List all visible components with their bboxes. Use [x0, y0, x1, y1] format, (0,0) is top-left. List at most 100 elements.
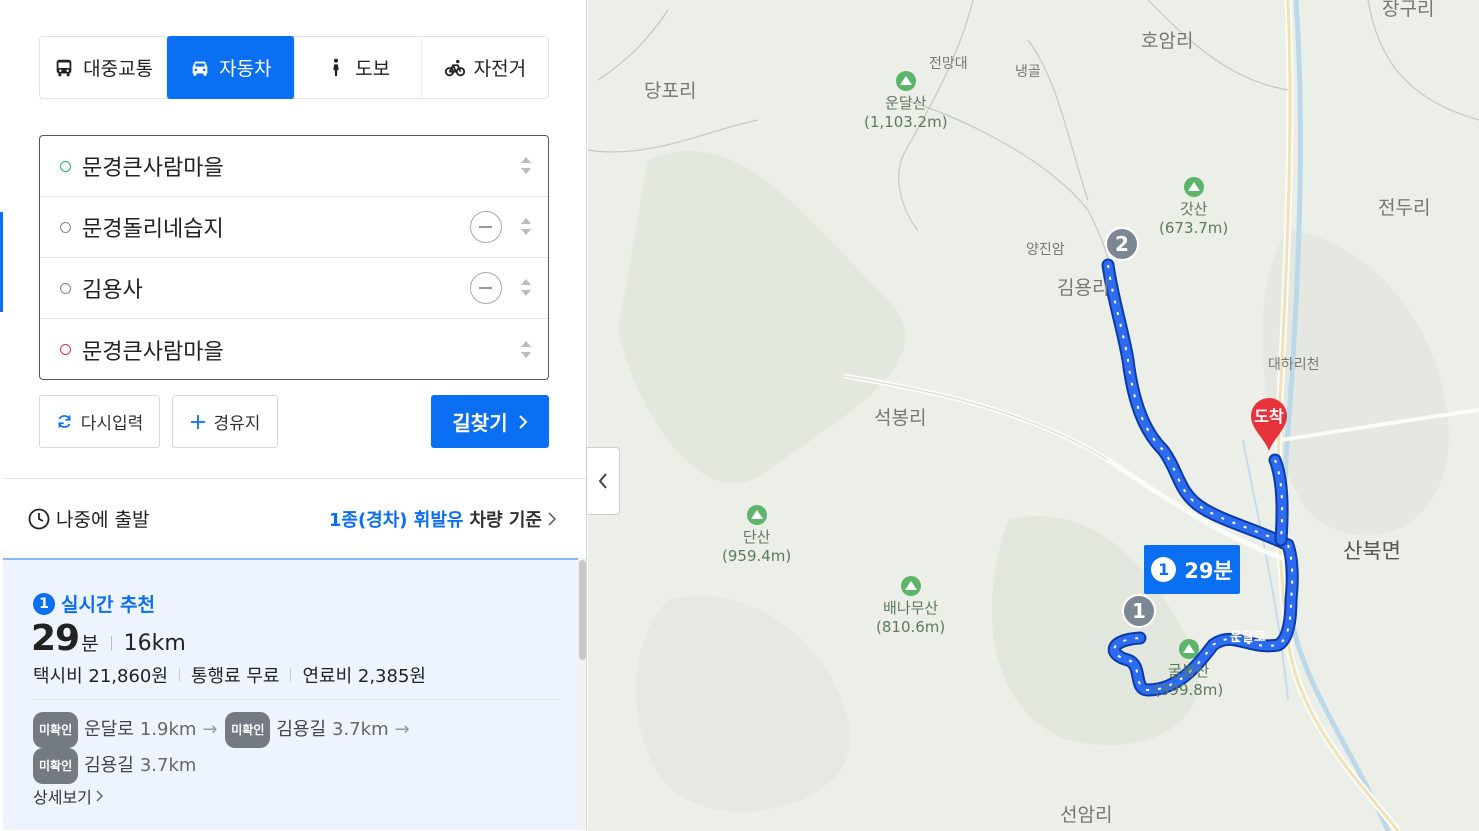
- waypoint-label: 문경돌리네습지: [82, 217, 224, 242]
- route-costs: 택시비 21,860원 통행료 무료 연료비 2,385원: [33, 662, 426, 688]
- waypoint-start[interactable]: 문경큰사람마을: [40, 136, 548, 197]
- reset-button[interactable]: 다시입력: [39, 395, 160, 448]
- road-item: 미확인 운달로 1.9km →: [33, 712, 218, 748]
- mountain-label: 운달산 (1,103.2m): [864, 70, 948, 132]
- recommend-label: 실시간 추천: [61, 594, 156, 616]
- route-distance: 16km: [123, 631, 186, 656]
- reorder-handle-icon[interactable]: [520, 155, 532, 177]
- route-time-label[interactable]: 1 29분: [1144, 545, 1240, 594]
- tab-transit[interactable]: 대중교통: [40, 37, 168, 98]
- collapse-panel-button[interactable]: [586, 447, 620, 515]
- add-waypoint-button[interactable]: 경유지: [172, 395, 278, 448]
- place-label: 전두리: [1378, 197, 1431, 219]
- depart-later-button[interactable]: 나중에 출발: [28, 505, 149, 532]
- route-rank-badge: 1: [33, 592, 55, 615]
- remove-waypoint-button[interactable]: [470, 211, 502, 243]
- route-time: 29: [31, 618, 80, 659]
- plus-icon: [190, 414, 205, 429]
- depart-later-label: 나중에 출발: [56, 509, 150, 531]
- end-dot-icon: [60, 344, 71, 355]
- mountain-height: (673.7m): [1159, 219, 1229, 237]
- mountain-label: 굴봉산 (399.8m): [1154, 638, 1223, 700]
- waypoint-end[interactable]: 문경큰사람마을: [40, 319, 548, 380]
- chevron-right-icon: [96, 790, 103, 802]
- road-item: 미확인 김용길 3.7km →: [225, 712, 410, 748]
- scrollbar[interactable]: [578, 558, 586, 830]
- reset-button-label: 다시입력: [80, 414, 144, 434]
- unverified-badge: 미확인: [225, 712, 271, 748]
- tab-bike[interactable]: 자전거: [422, 37, 548, 98]
- vehicle-type-link[interactable]: 1종(경차) 휘발유 차량 기준: [329, 506, 556, 532]
- road-distance: 1.9km: [139, 719, 197, 740]
- place-label: 당포리: [644, 80, 697, 102]
- via-dot-icon: [60, 282, 71, 294]
- place-label: 김용리: [1057, 277, 1110, 299]
- route-marker[interactable]: 2: [1105, 227, 1139, 261]
- mountain-height: (959.4m): [722, 547, 792, 565]
- waypoint-label: 김용사: [82, 278, 143, 303]
- place-label: 선암리: [1060, 804, 1113, 826]
- road-label: 운달로: [1230, 630, 1266, 645]
- route-time-unit: 분: [81, 633, 99, 655]
- route-summary: 29 분 16km: [31, 618, 186, 659]
- transport-mode-tabs: 대중교통 자동차 도보 자전거: [39, 36, 549, 99]
- separator: [290, 668, 292, 682]
- tab-car-label: 자동차: [219, 58, 272, 80]
- find-route-button[interactable]: 길찾기: [431, 395, 549, 448]
- taxi-fare: 택시비 21,860원: [33, 666, 168, 687]
- reorder-handle-icon[interactable]: [520, 216, 532, 238]
- refresh-icon: [58, 415, 71, 428]
- chevron-left-icon: [598, 473, 607, 489]
- mountain-icon: [1178, 639, 1199, 659]
- arrow-right-icon: →: [394, 719, 410, 740]
- destination-marker[interactable]: 도착: [1247, 395, 1291, 453]
- waypoint-label: 문경큰사람마을: [82, 156, 224, 181]
- road-name: 운달로: [84, 719, 134, 740]
- tab-walk[interactable]: 도보: [295, 37, 422, 98]
- mountain-label: 배나무산 (810.6m): [876, 575, 945, 637]
- waypoint-via-1[interactable]: 문경돌리네습지: [40, 197, 548, 258]
- waypoint-via-2[interactable]: 김용사: [40, 258, 548, 319]
- destination-label: 도착: [1254, 407, 1284, 426]
- map-view[interactable]: 당포리 호암리 전두리 석봉리 산북면 선암리 김용리 장구리 전망대 냉골 양…: [588, 0, 1479, 831]
- mountain-name: 굴봉산: [1167, 662, 1210, 680]
- route-result-card[interactable]: 1 실시간 추천 29 분 16km 택시비 21,860원 통행료 무료 연료…: [3, 558, 578, 830]
- arrow-right-icon: →: [202, 719, 218, 740]
- mountain-label: 단산 (959.4m): [722, 504, 791, 566]
- mountain-icon: [900, 576, 921, 596]
- clock-icon: [28, 508, 50, 529]
- road-distance: 3.7km: [332, 719, 389, 740]
- separator: [110, 636, 112, 650]
- detail-link[interactable]: 상세보기: [33, 784, 103, 808]
- panel-active-indicator: [0, 212, 3, 312]
- mountain-icon: [1183, 177, 1204, 197]
- add-waypoint-label: 경유지: [213, 414, 261, 434]
- route-marker[interactable]: 1: [1122, 594, 1156, 628]
- place-label: 석봉리: [874, 407, 927, 429]
- via-dot-icon: [60, 221, 71, 233]
- tab-car[interactable]: 자동차: [167, 36, 295, 99]
- place-label: 대하리천: [1268, 357, 1320, 373]
- unverified-badge: 미확인: [33, 712, 79, 748]
- route-panel: 대중교통 자동차 도보 자전거 문경큰사람마을 문경돌리네습지 김용사 문경큰사…: [0, 0, 587, 831]
- bus-icon: [56, 59, 72, 76]
- reorder-handle-icon[interactable]: [520, 277, 532, 299]
- route-time-text: 29분: [1184, 558, 1233, 583]
- mountain-icon: [746, 505, 767, 525]
- separator: [178, 668, 180, 682]
- chevron-right-icon: [518, 414, 528, 429]
- bike-icon: [444, 59, 465, 76]
- start-dot-icon: [60, 160, 71, 172]
- detail-label: 상세보기: [33, 788, 92, 807]
- mountain-name: 운달산: [885, 94, 927, 112]
- map-terrain: [588, 0, 1479, 831]
- scrollbar-thumb[interactable]: [579, 560, 586, 660]
- road-name: 김용길: [276, 719, 327, 740]
- remove-waypoint-button[interactable]: [470, 272, 502, 304]
- tab-bike-label: 자전거: [473, 58, 527, 80]
- road-distance: 3.7km: [139, 755, 197, 776]
- recommend-tag: 1 실시간 추천: [33, 590, 155, 617]
- waypoint-label: 문경큰사람마을: [82, 339, 224, 365]
- reorder-handle-icon[interactable]: [520, 339, 532, 361]
- mountain-height: (399.8m): [1154, 681, 1224, 699]
